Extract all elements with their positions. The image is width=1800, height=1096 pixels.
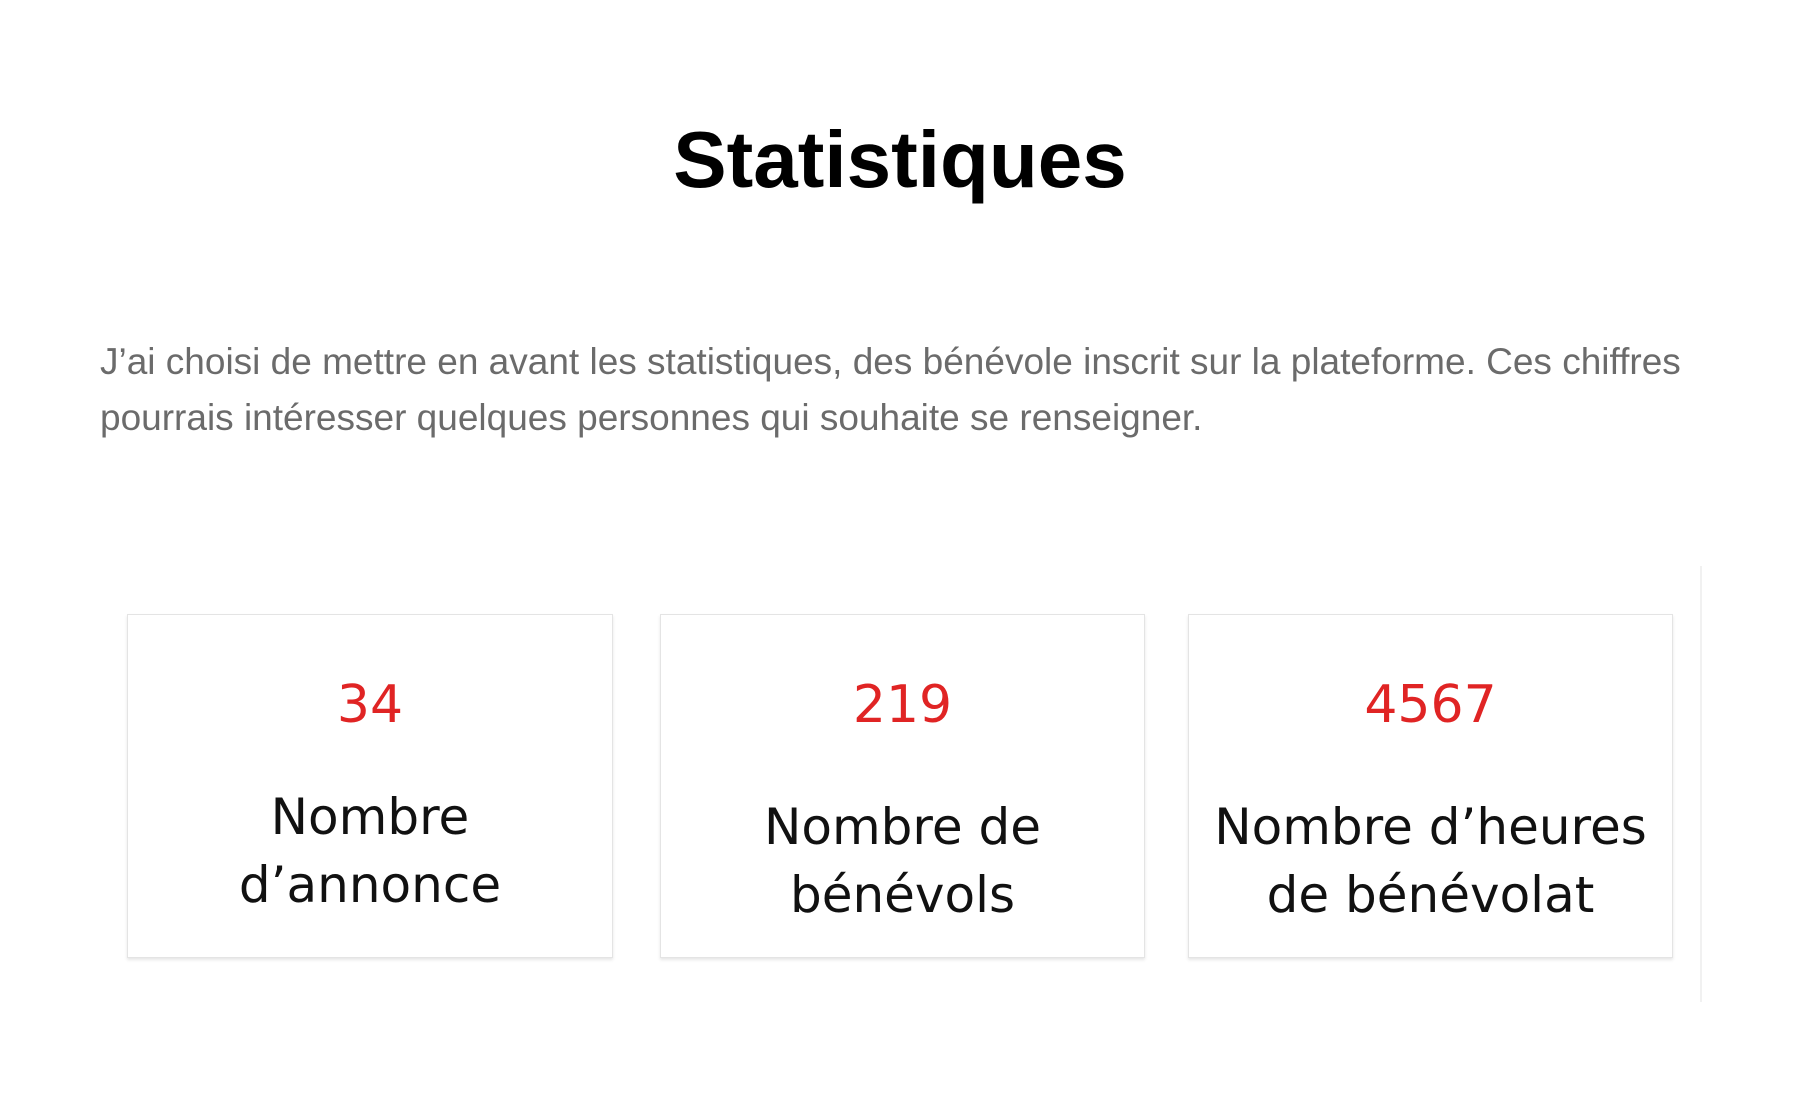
stat-label-line: d’annonce <box>238 856 502 914</box>
stat-label: Nombre d’annonce <box>128 783 612 919</box>
stat-value: 219 <box>852 675 953 735</box>
stat-value: 34 <box>336 675 404 735</box>
stat-card-benevoles: 219 Nombre de bénévols <box>660 614 1145 958</box>
stat-label-line: Nombre de <box>763 798 1042 856</box>
stat-card-heures: 4567 Nombre d’heures de bénévolat <box>1188 614 1673 958</box>
stat-label-line: bénévols <box>789 866 1016 924</box>
stat-label-line: de bénévolat <box>1266 866 1595 924</box>
stat-label: Nombre de bénévols <box>661 793 1144 929</box>
page-title: Statistiques <box>673 115 1127 204</box>
stat-label-line: Nombre <box>270 788 470 846</box>
stat-card-annonces: 34 Nombre d’annonce <box>127 614 613 958</box>
stat-label-line: Nombre d’heures <box>1214 798 1647 856</box>
intro-paragraph: J’ai choisi de mettre en avant les stati… <box>100 341 1681 438</box>
stat-value: 4567 <box>1364 675 1497 735</box>
stat-label: Nombre d’heures de bénévolat <box>1189 793 1672 929</box>
vertical-divider <box>1700 566 1702 1002</box>
